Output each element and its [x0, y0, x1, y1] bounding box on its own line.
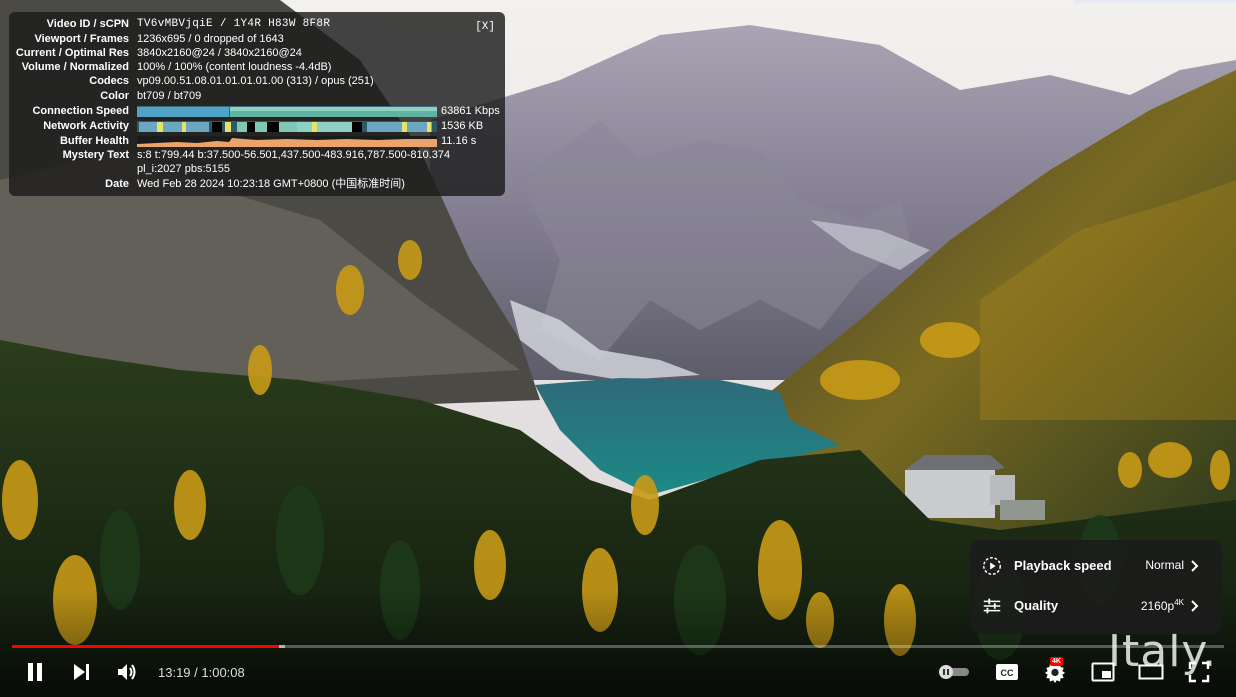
theater-icon — [1138, 664, 1164, 680]
stat-row-mystery-text-line2: pl_i:2027 pbs:5155 — [9, 162, 505, 177]
stat-row-buffer-health: Buffer Health 11.16 s — [9, 134, 505, 149]
stat-label: Color — [100, 90, 129, 102]
video-player[interactable]: [X] Video ID / sCPN TV6vMBVjqiE / 1Y4R H… — [0, 0, 1236, 697]
stat-label: Volume / Normalized — [21, 61, 129, 73]
menu-item-value: Normal — [1145, 558, 1184, 572]
stat-row-mystery-text: Mystery Text s:8 t:799.44 b:37.500-56.50… — [9, 148, 505, 163]
pause-icon — [28, 663, 42, 681]
stat-label: Network Activity — [43, 120, 129, 132]
connection-speed-graph — [137, 106, 437, 117]
time-display: 13:19 / 1:00:08 — [158, 665, 245, 680]
volume-icon — [118, 664, 136, 680]
autoplay-toggle-icon — [939, 665, 969, 679]
network-activity-graph — [137, 121, 437, 132]
stat-value: Wed Feb 28 2024 10:23:18 GMT+0800 (中国标准时… — [137, 178, 405, 190]
playback-speed-icon — [983, 557, 1001, 575]
stat-value: 3840x2160@24 / 3840x2160@24 — [137, 47, 302, 59]
stat-value: pl_i:2027 pbs:5155 — [137, 163, 230, 175]
quality-4k-superscript: 4K — [1174, 598, 1184, 607]
menu-item-quality[interactable]: Quality 2160p4K — [970, 586, 1222, 626]
stat-label: Buffer Health — [59, 135, 129, 147]
captions-icon: CC — [996, 664, 1018, 680]
menu-item-value: 2160p4K — [1141, 598, 1184, 613]
stat-value: vp09.00.51.08.01.01.01.01.00 (313) / opu… — [137, 75, 374, 87]
theater-mode-button[interactable] — [1134, 650, 1168, 694]
stat-label: Current / Optimal Res — [15, 47, 129, 59]
fullscreen-icon — [1188, 661, 1210, 683]
stat-row-viewport: Viewport / Frames 1236x695 / 0 dropped o… — [9, 32, 505, 47]
next-button[interactable] — [64, 650, 98, 694]
pause-button[interactable] — [18, 650, 52, 694]
stat-row-connection-speed: Connection Speed 63861 Kbps — [9, 104, 505, 119]
stat-value: 1236x695 / 0 dropped of 1643 — [137, 33, 284, 45]
menu-item-playback-speed[interactable]: Playback speed Normal — [970, 546, 1222, 586]
svg-text:CC: CC — [1001, 668, 1014, 678]
settings-4k-badge: 4K — [1050, 657, 1063, 666]
stat-row-volume: Volume / Normalized 100% / 100% (content… — [9, 60, 505, 75]
chevron-right-icon — [1191, 600, 1199, 612]
stat-row-network-activity: Network Activity 1536 KB — [9, 119, 505, 134]
stat-label: Date — [105, 178, 129, 190]
stat-value: 11.16 s — [441, 135, 477, 147]
stat-row-color: Color bt709 / bt709 — [9, 89, 505, 104]
settings-menu: Playback speed Normal Quality 2160p4K — [970, 540, 1222, 634]
stat-row-codecs: Codecs vp09.00.51.08.01.01.01.01.00 (313… — [9, 74, 505, 89]
stat-label: Video ID / sCPN — [46, 18, 129, 30]
stat-row-date: Date Wed Feb 28 2024 10:23:18 GMT+0800 (… — [9, 177, 505, 192]
autoplay-toggle[interactable] — [934, 650, 974, 694]
stat-row-video-id: Video ID / sCPN TV6vMBVjqiE / 1Y4R H83W … — [9, 17, 505, 32]
stats-for-nerds-panel: [X] Video ID / sCPN TV6vMBVjqiE / 1Y4R H… — [9, 12, 505, 196]
menu-item-label: Quality — [1014, 598, 1059, 613]
chevron-right-icon — [1191, 560, 1199, 572]
stat-value: s:8 t:799.44 b:37.500-56.501,437.500-483… — [137, 149, 451, 161]
stat-row-resolution: Current / Optimal Res 3840x2160@24 / 384… — [9, 46, 505, 61]
fullscreen-button[interactable] — [1182, 650, 1216, 694]
control-bar: 13:19 / 1:00:08 CC 4K — [0, 650, 1236, 697]
menu-item-label: Playback speed — [1014, 558, 1112, 573]
next-icon — [74, 664, 89, 680]
stat-value: bt709 / bt709 — [137, 90, 202, 102]
quality-sliders-icon — [983, 598, 1001, 614]
stat-label: Viewport / Frames — [34, 33, 129, 45]
progress-bar[interactable] — [12, 645, 1224, 648]
stat-value: 100% / 100% (content loudness -4.4dB) — [137, 61, 332, 73]
stat-label: Mystery Text — [62, 149, 129, 161]
settings-button[interactable]: 4K — [1038, 650, 1072, 694]
captions-button[interactable]: CC — [990, 650, 1024, 694]
volume-button[interactable] — [110, 650, 144, 694]
stat-label: Codecs — [89, 75, 129, 87]
progress-played — [12, 645, 279, 648]
stat-value: TV6vMBVjqiE / 1Y4R H83W 8F8R — [137, 18, 331, 30]
stat-value: 1536 KB — [441, 120, 484, 132]
top-edge-strip — [1074, 0, 1236, 3]
buffer-health-graph — [137, 136, 437, 147]
stat-value: 63861 Kbps — [441, 105, 500, 117]
stat-label: Connection Speed — [32, 105, 129, 117]
quality-value-text: 2160p — [1140, 599, 1175, 613]
miniplayer-icon — [1091, 662, 1115, 682]
miniplayer-button[interactable] — [1086, 650, 1120, 694]
